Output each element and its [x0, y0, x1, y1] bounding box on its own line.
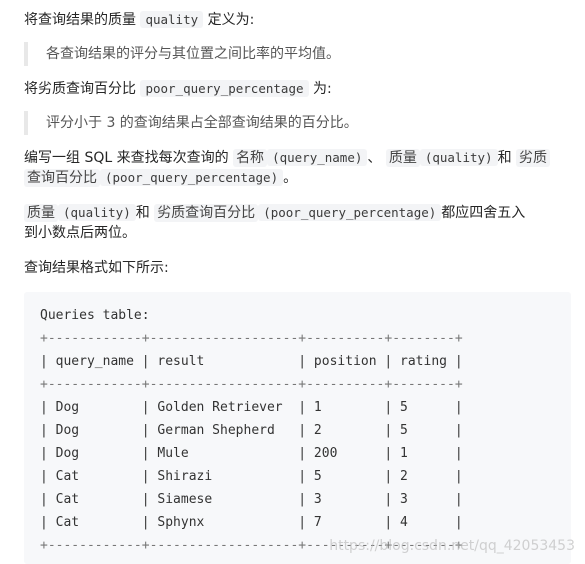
table-border: +------------+-------------------+------… — [40, 377, 463, 392]
table-border: +------------+-------------------+------… — [40, 331, 463, 346]
inline-code: (query_name) — [267, 149, 368, 166]
paragraph-rounding: 质量 (quality) 和 劣质查询百分比 (poor_query_percenta… — [24, 203, 525, 223]
paragraph-task-line2: 查询百分比 (poor_query_percentage)。 — [24, 168, 297, 188]
text: 为: — [312, 81, 332, 97]
watermark: https://blog.csdn.net/qq_42053453 — [329, 538, 575, 554]
text: 都应四舍五入 — [441, 205, 526, 221]
text: 查询结果格式如下所示: — [24, 260, 169, 276]
inline-code: (quality) — [58, 204, 136, 221]
code-title: Queries table: — [40, 308, 150, 323]
paragraph-poor-def: 将劣质查询百分比 poor_query_percentage 为: — [24, 79, 332, 99]
keyword: 查询百分比 — [24, 169, 100, 187]
inline-code: (quality) — [419, 149, 498, 166]
table-row: | Cat | Sphynx | 7 | 4 | — [40, 515, 463, 530]
blockquote-poor: 评分小于 3 的查询结果占全部查询结果的百分比。 — [24, 111, 358, 135]
text: 将查询结果的质量 — [24, 12, 136, 28]
inline-code: (poor_query_percentage) — [100, 169, 284, 186]
text: 。 — [283, 170, 298, 186]
quote-text: 评分小于 3 的查询结果占全部查询结果的百分比。 — [46, 115, 358, 131]
table-row: | Dog | Golden Retriever | 1 | 5 | — [40, 400, 463, 415]
keyword: 质量 — [385, 149, 420, 167]
inline-code: quality — [140, 11, 204, 28]
text: 、 — [367, 150, 382, 166]
paragraph-format: 查询结果格式如下所示: — [24, 258, 169, 278]
table-row: | Cat | Shirazi | 5 | 2 | — [40, 469, 463, 484]
keyword: 质量 — [24, 204, 58, 222]
inline-code: (poor_query_percentage) — [258, 204, 442, 221]
keyword: 劣质 — [516, 149, 551, 167]
text: 到小数点后两位。 — [24, 225, 136, 241]
text: 编写一组 SQL 来查找每次查询的 — [24, 150, 229, 166]
text: 将劣质查询百分比 — [24, 81, 136, 97]
table-row: | Cat | Siamese | 3 | 3 | — [40, 492, 463, 507]
table-header: | query_name | result | position | ratin… — [40, 354, 463, 369]
table-row: | Dog | German Shepherd | 2 | 5 | — [40, 423, 463, 438]
keyword: 名称 — [233, 149, 268, 167]
paragraph-rounding-line2: 到小数点后两位。 — [24, 223, 136, 243]
paragraph-task: 编写一组 SQL 来查找每次查询的 名称 (query_name)、 质量 (qua… — [24, 148, 551, 168]
text: 和 — [497, 150, 512, 166]
code-block: Queries table: +------------+------------… — [24, 292, 571, 564]
inline-code: poor_query_percentage — [140, 80, 309, 97]
blockquote-quality: 各查询结果的评分与其位置之间比率的平均值。 — [24, 42, 340, 66]
code-lines: Queries table: +------------+------------… — [40, 304, 463, 557]
paragraph-quality-def: 将查询结果的质量 quality 定义为: — [24, 10, 254, 30]
text: 和 — [135, 205, 150, 221]
keyword: 劣质查询百分比 — [154, 204, 259, 222]
text: 定义为: — [207, 12, 255, 28]
quote-text: 各查询结果的评分与其位置之间比率的平均值。 — [46, 46, 340, 62]
table-row: | Dog | Mule | 200 | 1 | — [40, 446, 463, 461]
